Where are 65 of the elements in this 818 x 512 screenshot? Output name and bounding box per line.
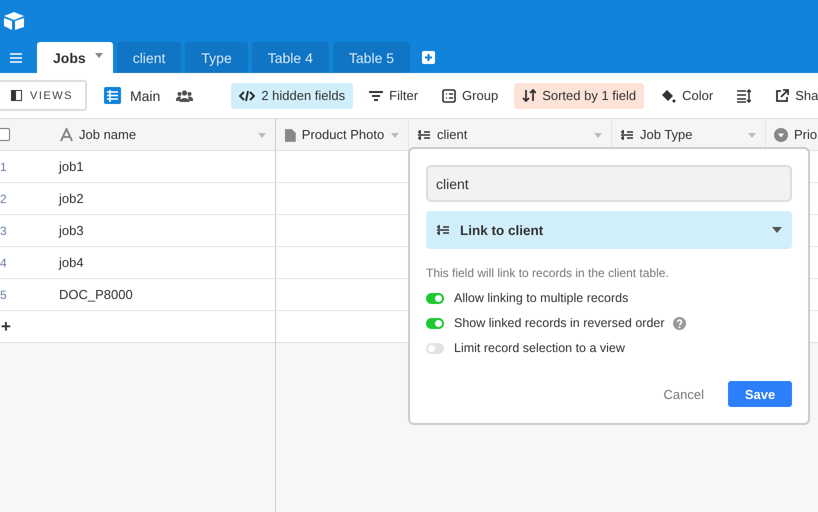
field-description: This field will link to records in the client table.	[426, 266, 670, 280]
field-type-dropdown[interactable]: Link to client	[426, 211, 792, 249]
code-icon	[239, 88, 256, 102]
sidebar-icon	[11, 90, 22, 101]
views-button[interactable]: VIEWS	[0, 80, 87, 111]
share-icon	[775, 89, 790, 102]
hidden-button[interactable]: 2 hidden fields	[231, 82, 354, 108]
row-number: 5	[0, 279, 50, 311]
option-label: Allow linking to multiple records	[454, 291, 628, 305]
table-tab[interactable]: Table 5	[332, 42, 410, 73]
row-number: 4	[0, 247, 50, 279]
row-number: 3	[0, 215, 50, 247]
caret-circle-icon	[774, 128, 788, 142]
link-field-icon	[620, 128, 634, 140]
text-type-icon	[60, 128, 73, 142]
table-cell: job3	[50, 215, 276, 247]
caret-icon	[772, 226, 782, 234]
table-tab[interactable]: client	[116, 42, 182, 73]
row-number: 1	[0, 151, 50, 183]
sort-icon	[522, 89, 536, 102]
logo-icon[interactable]	[3, 11, 25, 31]
caret-icon[interactable]	[257, 130, 267, 138]
table-cell: job1	[50, 151, 276, 183]
row-height-icon	[737, 88, 752, 102]
add-row-button[interactable]: +	[1, 316, 11, 336]
group-button[interactable]: Group	[434, 82, 506, 108]
caret-icon[interactable]	[94, 50, 104, 58]
link-field-icon	[436, 224, 450, 236]
table-tab[interactable]: Table 4	[252, 42, 329, 73]
sort-button[interactable]: Sorted by 1 field	[514, 82, 644, 108]
cancel-button[interactable]: Cancel	[658, 386, 710, 402]
option-label: Limit record selection to a view	[454, 341, 625, 355]
column-header[interactable]: Prio	[766, 119, 818, 150]
table-tab[interactable]: Type	[185, 42, 248, 73]
add-table-icon[interactable]	[422, 51, 436, 64]
column-header[interactable]: Product Photo	[276, 119, 409, 150]
row-number: 2	[0, 183, 50, 215]
table-tab[interactable]: Jobs	[37, 42, 113, 73]
field-name-input[interactable]: client	[426, 165, 792, 202]
column-header[interactable]: Job name	[50, 119, 276, 150]
select-all-checkbox[interactable]	[0, 128, 10, 141]
document-icon	[284, 128, 296, 142]
help-icon[interactable]	[672, 316, 686, 330]
caret-icon[interactable]	[390, 130, 400, 138]
grid-view-icon	[104, 87, 121, 104]
caret-icon[interactable]	[593, 130, 603, 138]
save-button[interactable]: Save	[728, 381, 792, 407]
paint-bucket-icon	[660, 88, 676, 102]
table-cell: job2	[50, 183, 276, 215]
toggle-switch[interactable]	[426, 292, 444, 304]
color-button[interactable]: Color	[652, 82, 722, 108]
table-cell: DOC_P8000	[50, 279, 276, 311]
group-icon	[442, 88, 456, 102]
toggle-switch[interactable]	[426, 318, 444, 328]
people-icon[interactable]	[176, 90, 194, 102]
caret-icon[interactable]	[747, 130, 757, 138]
view-switcher[interactable]: Main	[104, 87, 160, 104]
menu-icon[interactable]	[10, 52, 22, 62]
filter-icon	[369, 90, 384, 102]
link-field-icon	[417, 128, 431, 140]
filter-button[interactable]: Filter	[361, 82, 426, 108]
table-cell: job4	[50, 247, 276, 279]
share-button[interactable]: Sha	[767, 82, 818, 108]
option-label: Show linked records in reversed order	[454, 316, 665, 330]
toggle-switch[interactable]	[426, 342, 444, 354]
